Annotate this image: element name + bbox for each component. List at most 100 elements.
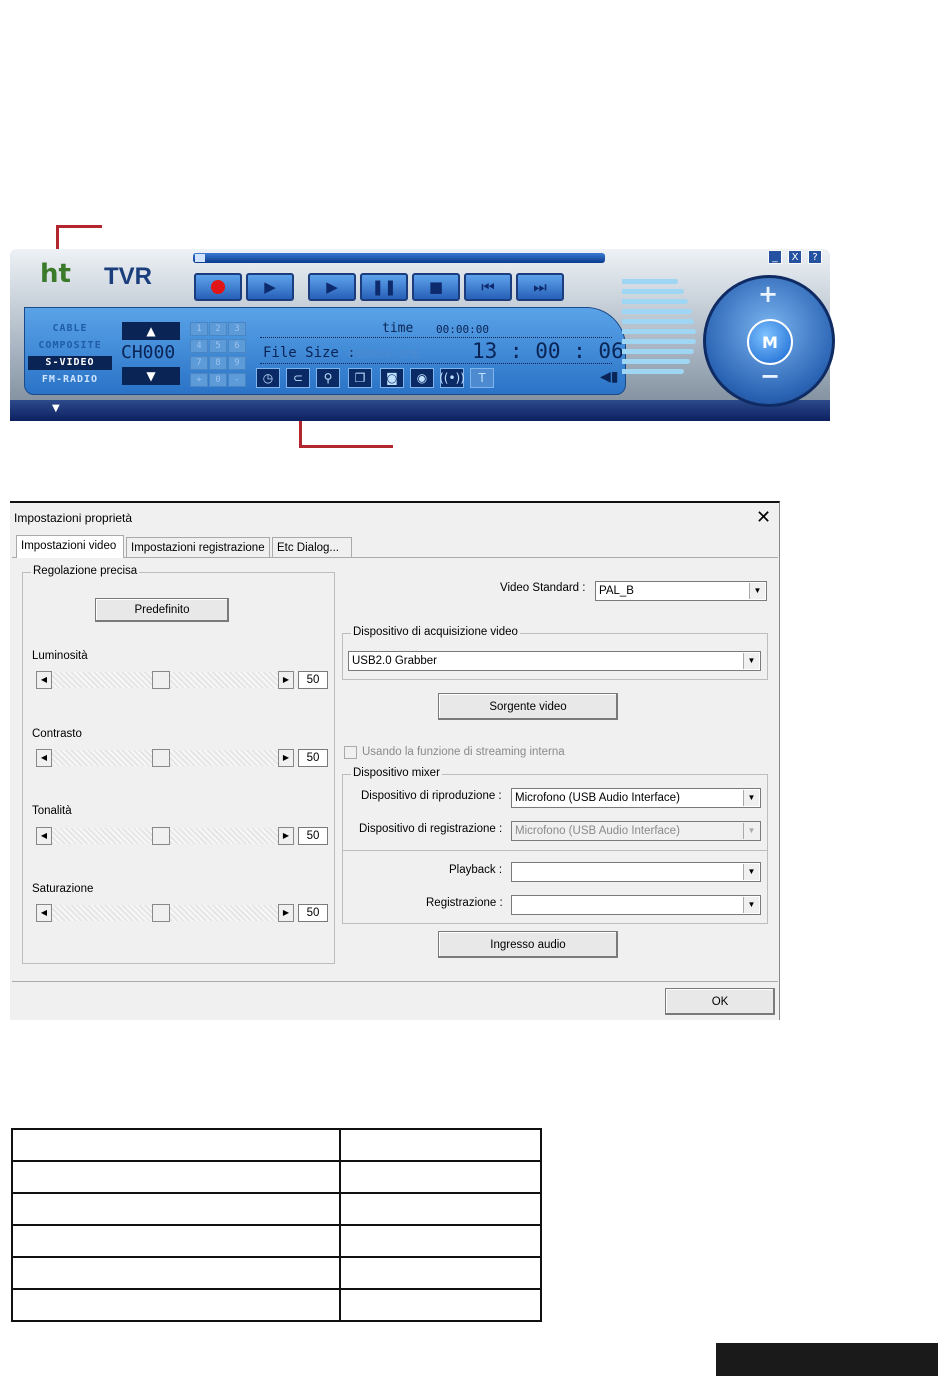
video-source-button[interactable]: Sorgente video bbox=[438, 693, 618, 720]
mixer-divider bbox=[343, 850, 767, 851]
close-icon[interactable]: ✕ bbox=[756, 509, 771, 527]
play-button[interactable]: ▶ bbox=[308, 273, 356, 301]
mouse-button[interactable]: ⊂ bbox=[286, 368, 310, 388]
video-standard-select[interactable]: PAL_B ▼ bbox=[595, 581, 767, 601]
speaker-icon[interactable]: ◀▮ bbox=[600, 369, 618, 385]
video-standard-value: PAL_B bbox=[599, 585, 634, 597]
decor-stripe bbox=[622, 339, 696, 344]
saturation-value[interactable]: 50 bbox=[298, 904, 328, 922]
slider-thumb[interactable] bbox=[152, 904, 170, 922]
numpad-key-7[interactable]: 7 bbox=[190, 356, 208, 370]
numpad-key-plus[interactable]: + bbox=[190, 373, 208, 387]
numpad-key-1[interactable]: 1 bbox=[190, 322, 208, 336]
table-cell bbox=[11, 1288, 341, 1322]
numpad-key-5[interactable]: 5 bbox=[209, 339, 227, 353]
numpad-key-3[interactable]: 3 bbox=[228, 322, 246, 336]
scroll-left-icon[interactable]: ◀ bbox=[36, 749, 52, 767]
numpad-key-2[interactable]: 2 bbox=[209, 322, 227, 336]
menu-button[interactable]: M bbox=[747, 319, 793, 365]
numpad-key-9[interactable]: 9 bbox=[228, 356, 246, 370]
channel-down-button[interactable]: ▼ bbox=[122, 367, 180, 385]
source-fm-radio[interactable]: FM-RADIO bbox=[28, 373, 112, 387]
scroll-right-icon[interactable]: ▶ bbox=[278, 904, 294, 922]
source-cable[interactable]: CABLE bbox=[28, 322, 112, 336]
slider-thumb[interactable] bbox=[152, 749, 170, 767]
brightness-label: Luminosità bbox=[32, 650, 88, 662]
contrast-slider[interactable]: ◀ ▶ bbox=[36, 749, 294, 767]
volume-up-button[interactable]: + bbox=[758, 280, 778, 308]
stop-button[interactable]: ■ bbox=[412, 273, 460, 301]
progress-knob[interactable] bbox=[195, 254, 205, 262]
registrazione-select[interactable]: ▼ bbox=[511, 895, 761, 915]
hue-value[interactable]: 50 bbox=[298, 827, 328, 845]
capture-device-value: USB2.0 Grabber bbox=[352, 655, 438, 667]
scroll-right-icon[interactable]: ▶ bbox=[278, 827, 294, 845]
ok-button[interactable]: OK bbox=[665, 988, 775, 1015]
hue-slider[interactable]: ◀ ▶ bbox=[36, 827, 294, 845]
slider-thumb[interactable] bbox=[152, 827, 170, 845]
numpad-key-6[interactable]: 6 bbox=[228, 339, 246, 353]
chevron-down-icon[interactable]: ▼ bbox=[743, 653, 759, 669]
chevron-down-icon[interactable]: ▼ bbox=[743, 790, 759, 806]
source-composite[interactable]: COMPOSITE bbox=[28, 339, 112, 353]
volume-dial[interactable]: + M − bbox=[703, 275, 835, 407]
close-button[interactable]: X bbox=[788, 250, 802, 264]
numpad-key-0[interactable]: 0 bbox=[209, 373, 227, 387]
clock-icon: ◷ bbox=[262, 371, 274, 385]
tab-etc-dialog[interactable]: Etc Dialog... bbox=[272, 537, 352, 557]
pause-icon: ❚❚ bbox=[371, 278, 397, 296]
capture-device-label: Dispositivo di acquisizione video bbox=[351, 626, 520, 638]
snapshot-button[interactable]: ◙ bbox=[380, 368, 404, 388]
record-button[interactable] bbox=[194, 273, 242, 301]
contrast-label: Contrasto bbox=[32, 728, 82, 740]
slider-thumb[interactable] bbox=[152, 671, 170, 689]
tab-video-settings[interactable]: Impostazioni video bbox=[16, 535, 124, 558]
numpad-key-4[interactable]: 4 bbox=[190, 339, 208, 353]
previous-button[interactable]: ⏮ bbox=[464, 273, 512, 301]
expand-arrow-icon[interactable]: ▼ bbox=[52, 403, 60, 414]
default-button[interactable]: Predefinito bbox=[95, 598, 229, 622]
chevron-down-icon[interactable]: ▼ bbox=[743, 864, 759, 880]
chevron-down-icon[interactable]: ▼ bbox=[743, 897, 759, 913]
broadcast-button[interactable]: ((•)) bbox=[439, 368, 465, 388]
scroll-left-icon[interactable]: ◀ bbox=[36, 671, 52, 689]
next-button[interactable]: ⏭ bbox=[516, 273, 564, 301]
scheduler-button[interactable]: ◷ bbox=[256, 368, 280, 388]
scroll-left-icon[interactable]: ◀ bbox=[36, 904, 52, 922]
audio-input-button[interactable]: Ingresso audio bbox=[438, 931, 618, 958]
scroll-right-icon[interactable]: ▶ bbox=[278, 671, 294, 689]
volume-down-button[interactable]: − bbox=[760, 362, 780, 390]
source-s-video[interactable]: S-VIDEO bbox=[28, 356, 112, 370]
preview-button[interactable]: ◉ bbox=[410, 368, 434, 388]
scroll-left-icon[interactable]: ◀ bbox=[36, 827, 52, 845]
capture-device-select[interactable]: USB2.0 Grabber ▼ bbox=[348, 651, 761, 671]
triangle-down-icon: ▼ bbox=[146, 369, 156, 383]
record-icon bbox=[211, 280, 225, 294]
numpad-key-minus[interactable]: - bbox=[228, 373, 246, 387]
chevron-down-icon[interactable]: ▼ bbox=[749, 583, 765, 599]
decor-stripe bbox=[622, 309, 692, 314]
file-size-value: 000000.0MB bbox=[348, 347, 421, 361]
playback-device-select[interactable]: Microfono (USB Audio Interface) ▼ bbox=[511, 788, 761, 808]
teletext-button[interactable]: T bbox=[470, 368, 494, 388]
brightness-value[interactable]: 50 bbox=[298, 671, 328, 689]
empty-table bbox=[11, 1128, 542, 1322]
channel-up-button[interactable]: ▲ bbox=[122, 322, 180, 340]
numpad-key-8[interactable]: 8 bbox=[209, 356, 227, 370]
pause-button[interactable]: ❚❚ bbox=[360, 273, 408, 301]
brightness-slider[interactable]: ◀ ▶ bbox=[36, 671, 294, 689]
play-secondary-button[interactable]: ▶ bbox=[246, 273, 294, 301]
next-icon: ⏭ bbox=[533, 278, 547, 296]
playback-select[interactable]: ▼ bbox=[511, 862, 761, 882]
minimize-button[interactable]: _ bbox=[768, 250, 782, 264]
saturation-slider[interactable]: ◀ ▶ bbox=[36, 904, 294, 922]
streaming-checkbox[interactable] bbox=[344, 746, 357, 759]
table-row bbox=[11, 1224, 542, 1258]
window-button[interactable]: ❐ bbox=[348, 368, 372, 388]
scroll-right-icon[interactable]: ▶ bbox=[278, 749, 294, 767]
contrast-value[interactable]: 50 bbox=[298, 749, 328, 767]
playback-progress-bar[interactable] bbox=[193, 253, 605, 263]
help-button[interactable]: ? bbox=[808, 250, 822, 264]
tab-recording-settings[interactable]: Impostazioni registrazione bbox=[126, 537, 270, 557]
zoom-button[interactable]: ⚲ bbox=[316, 368, 340, 388]
